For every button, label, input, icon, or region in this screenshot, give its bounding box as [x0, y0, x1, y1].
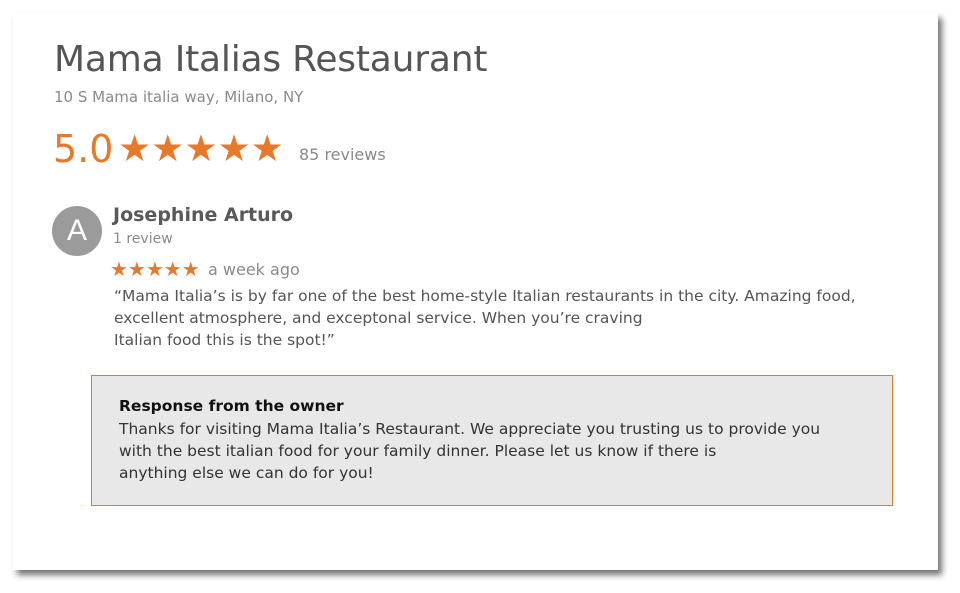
owner-response-text: Thanks for visiting Mama Italia’s Restau…: [119, 418, 879, 484]
review-card: Mama Italias Restaurant 10 S Mama italia…: [13, 13, 938, 570]
review-text-line: excellent atmosphere, and exceptonal ser…: [114, 309, 643, 327]
review-text-line: Italian food this is the spot!”: [114, 331, 335, 349]
business-address: 10 S Mama italia way, Milano, NY: [54, 88, 304, 106]
avatar[interactable]: A: [52, 206, 102, 256]
owner-response: Response from the owner Thanks for visit…: [91, 375, 893, 506]
owner-response-line: anything else we can do for you!: [119, 464, 374, 482]
rating-stars-icon: ★★★★★: [118, 127, 284, 170]
review-count-link[interactable]: 85 reviews: [299, 145, 386, 164]
review-text-line: “Mama Italia’s is by far one of the best…: [114, 287, 856, 305]
business-name: Mama Italias Restaurant: [54, 39, 488, 80]
reviewer-name[interactable]: Josephine Arturo: [113, 204, 293, 226]
review-stars-icon: ★★★★★: [110, 257, 200, 281]
review-timestamp: a week ago: [208, 260, 300, 279]
owner-response-line: with the best italian food for your fami…: [119, 442, 717, 460]
rating-value: 5.0: [53, 127, 114, 171]
review-text: “Mama Italia’s is by far one of the best…: [114, 285, 904, 351]
owner-response-heading: Response from the owner: [119, 397, 344, 415]
owner-response-line: Thanks for visiting Mama Italia’s Restau…: [119, 420, 821, 438]
reviewer-review-count: 1 review: [113, 231, 173, 247]
